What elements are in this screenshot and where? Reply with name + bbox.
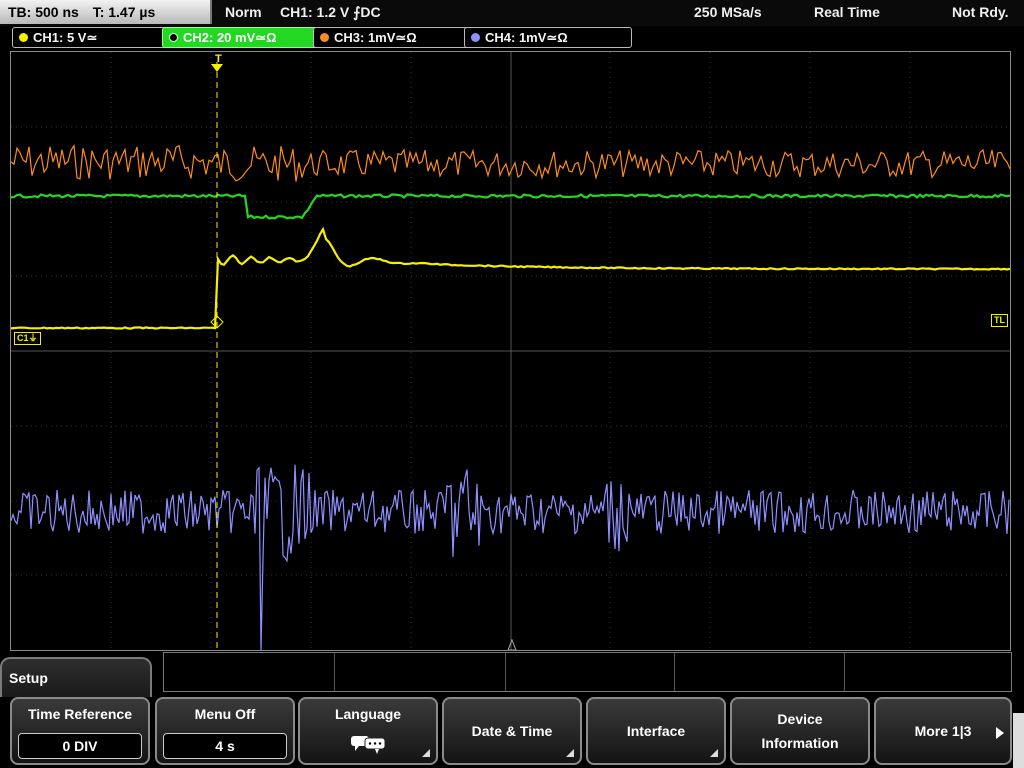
trigger-time-value: T: 1.47 µs [92,4,156,20]
acquisition-state: Not Rdy. [952,4,1009,20]
setup-menu-tab[interactable]: Setup [0,657,152,697]
menu-off-button[interactable]: Menu Off 4 s [155,697,295,765]
more-button[interactable]: More 1|3 [874,697,1012,765]
trigger-marker: T [215,53,222,65]
info-strip [163,652,1012,692]
strip-divider [674,653,675,691]
time-reference-value[interactable]: 0 DIV [18,733,142,759]
timebase-value: TB: 500 ns [8,4,79,20]
date-time-label: Date & Time [471,723,553,739]
submenu-indicator-icon [422,749,430,757]
setup-menu-title: Setup [9,670,48,686]
device-information-button[interactable]: Device Information [730,697,870,765]
menu-off-value[interactable]: 4 s [163,733,287,759]
ch4-waveform [11,464,1010,650]
waveform-canvas [11,52,1010,650]
sample-rate: 250 MSa/s [694,4,762,20]
date-time-button[interactable]: Date & Time [442,697,582,765]
acquisition-mode: Real Time [814,4,880,20]
graticule-grid [11,52,1010,650]
device-info-label-line1: Device [777,711,823,727]
top-status-bar: TB: 500 ns T: 1.47 µs Norm CH1: 1.2 V ⨍D… [0,0,1024,26]
strip-divider [505,653,506,691]
submenu-indicator-icon [566,749,574,757]
device-info-label-line2: Information [761,735,839,751]
strip-divider [334,653,335,691]
ch3-color-dot [320,33,329,42]
channel-tab-ch4[interactable]: CH4: 1mV≃Ω [464,27,632,48]
side-scrollbar[interactable] [1013,713,1024,768]
channel-tab-ch2[interactable]: CH2: 20 mV≃Ω [162,27,330,48]
submenu-indicator-icon [710,749,718,757]
trigger-settings[interactable]: CH1: 1.2 V ⨍DC [280,0,381,24]
more-label: More 1|3 [914,723,972,739]
speech-bubbles-icon [351,736,386,754]
channel-bar: CH1: 5 V≃ CH2: 20 mV≃Ω CH3: 1mV≃Ω CH4: 1… [0,27,1024,49]
channel-tab-ch3[interactable]: CH3: 1mV≃Ω [313,27,481,48]
strip-divider [844,653,845,691]
ch2-color-dot [169,33,178,42]
time-reference-button[interactable]: Time Reference 0 DIV [10,697,150,765]
language-button[interactable]: Language [298,697,438,765]
ch4-color-dot [471,33,480,42]
channel-tab-ch1[interactable]: CH1: 5 V≃ [12,27,180,48]
time-reference-title: Time Reference [27,706,132,722]
ch3-label: CH3: 1mV≃Ω [334,30,417,45]
trigger-mode[interactable]: Norm [225,0,262,24]
language-title: Language [334,706,402,722]
interface-button[interactable]: Interface [586,697,726,765]
timebase-box[interactable]: TB: 500 ns T: 1.47 µs [0,0,212,24]
next-page-icon [996,727,1004,739]
ch1-color-dot [19,33,28,42]
trigger-position-icon [211,64,223,72]
menu-off-title: Menu Off [194,706,256,722]
ch1-ground-label[interactable]: C1⏚ [14,332,41,345]
trigger-level-label[interactable]: TL [991,314,1008,327]
center-marker-icon [507,638,517,650]
ch1-label: CH1: 5 V≃ [33,30,98,45]
ch4-label: CH4: 1mV≃Ω [485,30,568,45]
interface-label: Interface [626,723,686,739]
ch2-label: CH2: 20 mV≃Ω [183,30,277,45]
waveform-display[interactable]: T C1⏚ TL [10,51,1011,651]
